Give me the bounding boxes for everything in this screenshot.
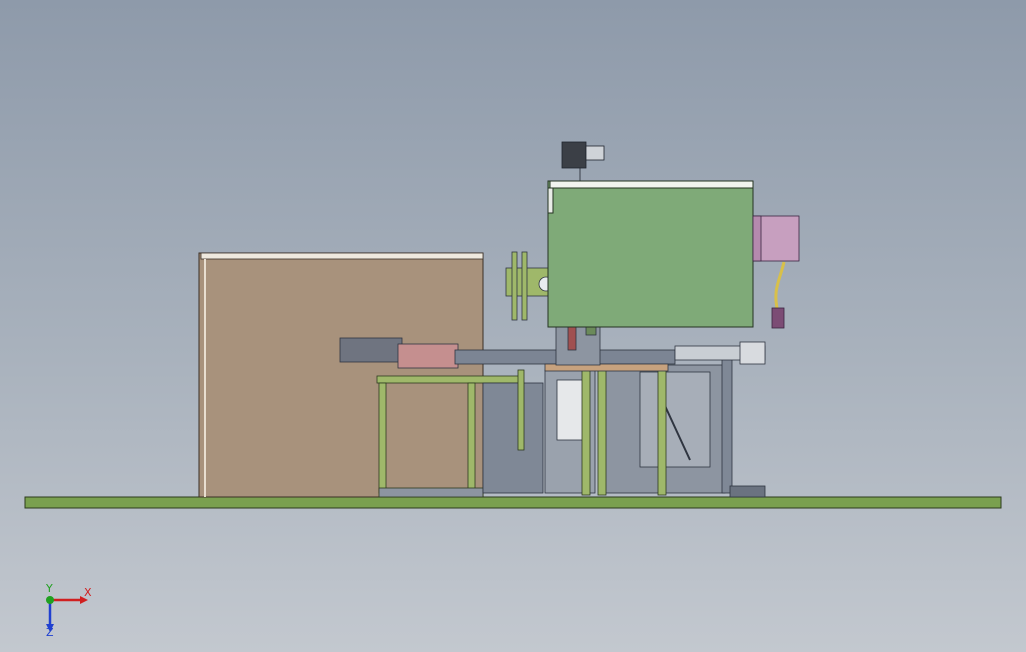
top-sensor — [561, 141, 605, 182]
main-housing — [547, 180, 754, 328]
left-cabinet — [198, 252, 484, 498]
triad-z-label: Z — [46, 626, 54, 639]
base-plate — [24, 496, 1002, 509]
triad-x-label: X — [84, 586, 92, 599]
lower-mechanism — [482, 349, 766, 498]
cad-viewport[interactable]: X Y Z — [0, 0, 1026, 652]
triad-y-label: Y — [46, 582, 53, 595]
machine-assembly-drawing[interactable] — [0, 0, 1026, 652]
coordinate-triad: X Y Z — [36, 582, 100, 640]
servo-motor — [752, 215, 800, 329]
